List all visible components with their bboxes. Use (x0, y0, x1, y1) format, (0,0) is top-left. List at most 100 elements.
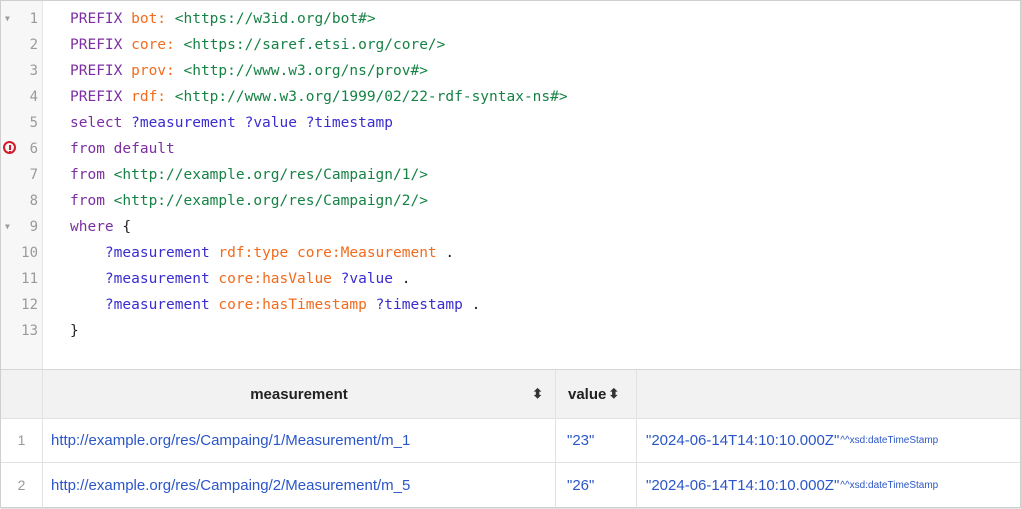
code-text: from default (70, 136, 175, 162)
line-number: 10 (21, 245, 38, 261)
table-header-row: measurement ⬍ value ⬍ (1, 370, 1020, 419)
variable-token: ?measurement (104, 245, 219, 261)
code-text: PREFIX core: <https://saref.etsi.org/cor… (70, 32, 445, 58)
sparql-query-panel: ▼ 1 PREFIX bot: <https://w3id.org/bot#> 2 PR… (0, 0, 1021, 509)
code-text: ?measurement rdf:type core:Measurement . (70, 240, 454, 266)
code-line[interactable]: 8 from <http://example.org/res/Campaign/2… (1, 188, 1020, 214)
iri-token: <https://w3id.org/bot#> (174, 11, 376, 27)
timestamp-value: "2024-06-14T14:10:10.000Z" (646, 476, 840, 494)
code-text: ?measurement core:hasValue ?value . (70, 266, 411, 292)
code-text: from <http://example.org/res/Campaign/1/… (70, 162, 428, 188)
code-line[interactable]: 13} (1, 318, 1020, 344)
code-line[interactable]: 11 ?measurement core:hasValue ?value . (1, 266, 1020, 292)
value-literal: "23" (556, 418, 637, 462)
variable-token: ?timestamp (375, 297, 463, 313)
line-number: 8 (29, 193, 38, 209)
code-line[interactable]: 10 ?measurement rdf:type core:Measuremen… (1, 240, 1020, 266)
prefix-token: rdf: (131, 89, 167, 105)
iri-token: <https://saref.etsi.org/core/> (183, 37, 446, 53)
variable-token: ?value (340, 271, 394, 287)
punctuation-token (70, 297, 105, 313)
iri-token: <http://example.org/res/Campaign/2/> (113, 193, 428, 209)
keyword-token: PREFIX (70, 37, 132, 53)
column-header-value[interactable]: value ⬍ (556, 370, 637, 418)
keyword-token: from (70, 167, 114, 183)
datatype-label: ^^xsd:dateTimeStamp (840, 479, 939, 491)
code-line[interactable]: ▼ 1 PREFIX bot: <https://w3id.org/bot#> (1, 6, 1020, 32)
line-number: 11 (21, 271, 38, 287)
punctuation-token (175, 63, 184, 79)
iri-token: <http://www.w3.org/1999/02/22-rdf-syntax… (174, 89, 568, 105)
prefix-token: bot: (131, 11, 167, 27)
code-line[interactable]: 6 from default (1, 136, 1020, 162)
code-line[interactable]: 5 select ?measurement ?value ?timestamp (1, 110, 1020, 136)
code-line[interactable]: 2 PREFIX core: <https://saref.etsi.org/co… (1, 32, 1020, 58)
datatype-label: ^^xsd:dateTimeStamp (840, 434, 939, 446)
line-number: 5 (29, 115, 38, 131)
query-editor[interactable]: ▼ 1 PREFIX bot: <https://w3id.org/bot#> 2 PR… (1, 1, 1020, 369)
punctuation-token: } (70, 323, 79, 339)
punctuation-token (70, 245, 105, 261)
code-line[interactable]: 12 ?measurement core:hasTimestamp ?times… (1, 292, 1020, 318)
iri-token: <http://example.org/res/Campaign/1/> (113, 167, 428, 183)
row-index: 2 (1, 462, 43, 508)
punctuation-token (70, 271, 105, 287)
code-text: } (70, 318, 79, 344)
punctuation-token: { (122, 219, 132, 235)
line-number: 3 (29, 63, 38, 79)
code-line[interactable]: ▼ 9 where { (1, 214, 1020, 240)
code-text: PREFIX rdf: <http://www.w3.org/1999/02/2… (70, 84, 568, 110)
keyword-token: PREFIX (70, 89, 132, 105)
timestamp-value: "2024-06-14T14:10:10.000Z" (646, 431, 840, 449)
variable-token: ?measurement (104, 297, 219, 313)
keyword-token: where (70, 219, 123, 235)
code-line[interactable]: 4 PREFIX rdf: <http://www.w3.org/1999/02/… (1, 84, 1020, 110)
code-line[interactable]: 7 from <http://example.org/res/Campaign/1… (1, 162, 1020, 188)
iri-token: <http://www.w3.org/ns/prov#> (183, 63, 428, 79)
keyword-token: select (70, 115, 132, 131)
line-number: 4 (29, 89, 38, 105)
code-text: PREFIX prov: <http://www.w3.org/ns/prov#… (70, 58, 428, 84)
line-number: 2 (29, 37, 38, 53)
punctuation-token (175, 37, 184, 53)
prefix-token: rdf:type core:Measurement (218, 245, 437, 261)
column-header-measurement[interactable]: measurement ⬍ (43, 370, 556, 418)
column-header-label: value (568, 385, 607, 403)
column-header-label: measurement (250, 385, 348, 403)
code-text: ?measurement core:hasTimestamp ?timestam… (70, 292, 480, 318)
keyword-token: from default (70, 141, 175, 157)
line-number: 12 (21, 297, 38, 313)
row-index: 1 (1, 418, 43, 462)
index-header (1, 370, 43, 418)
code-text: where { (70, 214, 131, 240)
prefix-token: core:hasValue (218, 271, 341, 287)
code-text: PREFIX bot: <https://w3id.org/bot#> (70, 6, 376, 32)
keyword-token: PREFIX (70, 63, 132, 79)
keyword-token: from (70, 193, 114, 209)
variable-token: ?measurement (104, 271, 219, 287)
line-number: 6 (29, 141, 38, 157)
timestamp-literal: "2024-06-14T14:10:10.000Z" ^^xsd:dateTime… (637, 418, 1020, 462)
measurement-link[interactable]: http://example.org/res/Campaing/2/Measur… (43, 462, 556, 508)
measurement-link[interactable]: http://example.org/res/Campaing/1/Measur… (43, 418, 556, 462)
table-row: 2 http://example.org/res/Campaing/2/Meas… (1, 462, 1020, 509)
prefix-token: core: (131, 37, 175, 53)
code-text: select ?measurement ?value ?timestamp (70, 110, 393, 136)
line-number: 7 (29, 167, 38, 183)
timestamp-literal: "2024-06-14T14:10:10.000Z" ^^xsd:dateTime… (637, 462, 1020, 508)
results-table: measurement ⬍ value ⬍ 1 http://example.o… (1, 369, 1020, 509)
value-literal: "26" (556, 462, 637, 508)
sort-icon[interactable]: ⬍ (532, 386, 543, 402)
punctuation-token (166, 89, 175, 105)
column-header-timestamp[interactable] (637, 370, 1020, 418)
variable-token: ?measurement ?value ?timestamp (131, 115, 394, 131)
line-number: 1 (29, 11, 38, 27)
sort-icon[interactable]: ⬍ (608, 386, 619, 402)
prefix-token: prov: (131, 63, 175, 79)
line-number: 9 (29, 219, 38, 235)
punctuation-token (166, 11, 175, 27)
punctuation-token: . (393, 271, 411, 287)
code-line[interactable]: 3 PREFIX prov: <http://www.w3.org/ns/prov… (1, 58, 1020, 84)
punctuation-token: . (462, 297, 481, 313)
line-number: 13 (21, 323, 38, 339)
